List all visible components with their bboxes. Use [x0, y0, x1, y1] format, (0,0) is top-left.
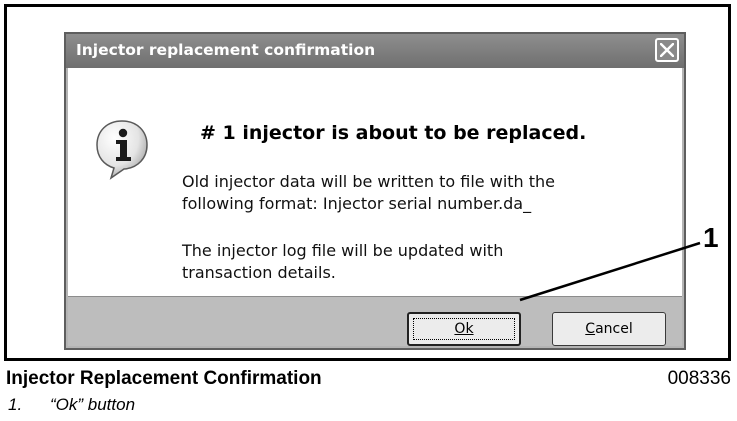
- legend-item-number: 1.: [8, 395, 23, 414]
- caption-legend-item: 1. “Ok” button: [8, 395, 135, 415]
- figure-caption-title: Injector Replacement Confirmation: [6, 368, 322, 389]
- figure-code: 008336: [667, 368, 731, 389]
- legend-item-text: “Ok” button: [50, 395, 136, 414]
- callout-number: 1: [703, 222, 719, 253]
- callout-leader-line: [519, 241, 701, 302]
